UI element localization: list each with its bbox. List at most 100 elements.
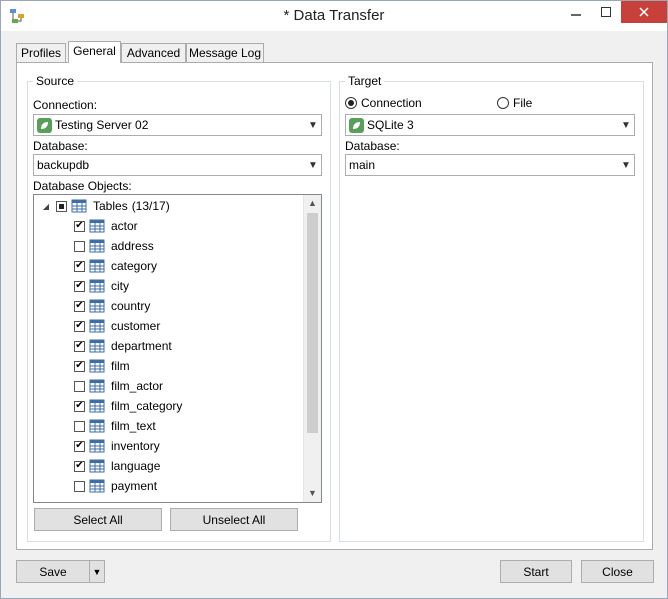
tree-item-table[interactable]: address [74, 237, 154, 255]
tree-item-label: payment [111, 479, 158, 493]
save-dropdown-button[interactable]: ▼ [89, 560, 105, 583]
source-connection-select[interactable]: Testing Server 02 ▼ [33, 114, 322, 136]
tree-item-table[interactable]: film_actor [74, 377, 163, 395]
tree-item-table[interactable]: ✔ language [74, 457, 160, 475]
source-database-label: Database: [33, 139, 88, 153]
table-icon [89, 419, 105, 433]
chevron-down-icon: ▼ [621, 159, 631, 171]
tree-item-table[interactable]: ✔ inventory [74, 437, 160, 455]
checkbox-checked[interactable]: ✔ [74, 260, 85, 272]
table-icon [89, 399, 105, 413]
unselect-all-button[interactable]: Unselect All [170, 508, 298, 531]
tree-item-label: customer [111, 319, 161, 333]
radio-unselected-icon[interactable] [497, 97, 509, 109]
target-connection-radio-label: Connection [361, 96, 422, 110]
tree-item-label: address [111, 239, 154, 253]
target-connection-select[interactable]: SQLite 3 ▼ [345, 114, 635, 136]
target-database-label: Database: [345, 139, 400, 153]
tables-label: Tables [93, 199, 128, 213]
tree-item-table[interactable]: film_text [74, 417, 156, 435]
tree-item-label: film_category [111, 399, 183, 413]
source-database-value: backupdb [37, 158, 90, 172]
tree-item-label: department [111, 339, 172, 353]
checkbox-unchecked[interactable] [74, 380, 85, 392]
checkbox-checked[interactable]: ✔ [74, 220, 85, 232]
tree-item-table[interactable]: ✔ customer [74, 317, 160, 335]
tree-item-table[interactable]: ✔ film [74, 357, 130, 375]
tree-item-label: category [111, 259, 158, 273]
table-icon [89, 379, 105, 393]
checkbox-checked[interactable]: ✔ [74, 300, 85, 312]
maximize-icon [601, 7, 611, 17]
table-icon [89, 239, 105, 253]
data-transfer-window: * Data Transfer Profiles General Advance… [0, 0, 668, 599]
checkbox-checked[interactable]: ✔ [74, 340, 85, 352]
target-connection-value: SQLite 3 [367, 118, 414, 132]
chevron-down-icon: ▼ [308, 159, 318, 171]
target-file-radio-label: File [513, 96, 533, 110]
tree-item-table[interactable]: ✔ category [74, 257, 157, 275]
table-icon [71, 199, 87, 213]
tab-general[interactable]: General [68, 41, 121, 63]
connection-leaf-icon [349, 117, 364, 133]
checkbox-unchecked[interactable] [74, 420, 85, 432]
collapse-triangle-icon[interactable]: ◢ [40, 202, 52, 211]
table-icon [89, 459, 105, 473]
target-connection-radio[interactable]: Connection [345, 96, 422, 110]
tab-advanced[interactable]: Advanced [121, 43, 186, 62]
chevron-down-icon: ▼ [92, 566, 102, 577]
checkbox-unchecked[interactable] [74, 480, 85, 492]
tree-item-table[interactable]: ✔ film_category [74, 397, 182, 415]
tables-checkbox[interactable] [56, 200, 67, 212]
tree-root-tables[interactable]: ◢ Tables (13/17) [40, 197, 170, 215]
tree-scrollbar[interactable]: ▲ ▼ [303, 195, 321, 502]
database-objects-tree[interactable]: ◢ Tables (13/17) ✔ actor address ✔ category ✔… [33, 194, 322, 503]
tree-item-label: film_actor [111, 379, 164, 393]
checkbox-checked[interactable]: ✔ [74, 440, 85, 452]
table-icon [89, 359, 105, 373]
target-database-value: main [349, 158, 376, 172]
save-button[interactable]: Save [16, 560, 90, 583]
radio-selected-icon[interactable] [345, 97, 357, 109]
minimize-icon [571, 14, 581, 16]
checkbox-checked[interactable]: ✔ [74, 400, 85, 412]
tree-item-label: country [111, 299, 151, 313]
table-icon [89, 339, 105, 353]
minimize-button[interactable] [561, 1, 591, 23]
chevron-down-icon: ▼ [308, 119, 318, 131]
table-icon [89, 299, 105, 313]
tree-item-label: film [111, 359, 130, 373]
scroll-up-icon[interactable]: ▲ [304, 195, 321, 212]
tab-profiles[interactable]: Profiles [16, 43, 66, 62]
tree-item-table[interactable]: ✔ department [74, 337, 172, 355]
table-icon [89, 279, 105, 293]
tables-count: (13/17) [131, 199, 170, 213]
scroll-thumb[interactable] [307, 213, 318, 433]
tree-item-table[interactable]: ✔ actor [74, 217, 138, 235]
table-icon [89, 479, 105, 493]
source-connection-value: Testing Server 02 [55, 118, 149, 132]
checkbox-checked[interactable]: ✔ [74, 360, 85, 372]
table-icon [89, 319, 105, 333]
checkbox-checked[interactable]: ✔ [74, 320, 85, 332]
select-all-button[interactable]: Select All [34, 508, 162, 531]
close-button[interactable]: Close [581, 560, 654, 583]
scroll-down-icon[interactable]: ▼ [304, 485, 321, 502]
target-file-radio[interactable]: File [497, 96, 532, 110]
table-icon [89, 259, 105, 273]
start-button[interactable]: Start [500, 560, 572, 583]
title-bar: * Data Transfer [1, 1, 667, 31]
maximize-button[interactable] [591, 1, 621, 23]
tab-message-log[interactable]: Message Log [186, 43, 264, 62]
tree-item-table[interactable]: ✔ country [74, 297, 150, 315]
source-database-select[interactable]: backupdb ▼ [33, 154, 322, 176]
tree-item-table[interactable]: payment [74, 477, 157, 495]
table-icon [89, 219, 105, 233]
checkbox-unchecked[interactable] [74, 240, 85, 252]
checkbox-checked[interactable]: ✔ [74, 280, 85, 292]
close-window-button[interactable] [621, 1, 667, 23]
source-connection-label: Connection: [33, 98, 98, 112]
target-database-select[interactable]: main ▼ [345, 154, 635, 176]
tree-item-table[interactable]: ✔ city [74, 277, 129, 295]
checkbox-checked[interactable]: ✔ [74, 460, 85, 472]
